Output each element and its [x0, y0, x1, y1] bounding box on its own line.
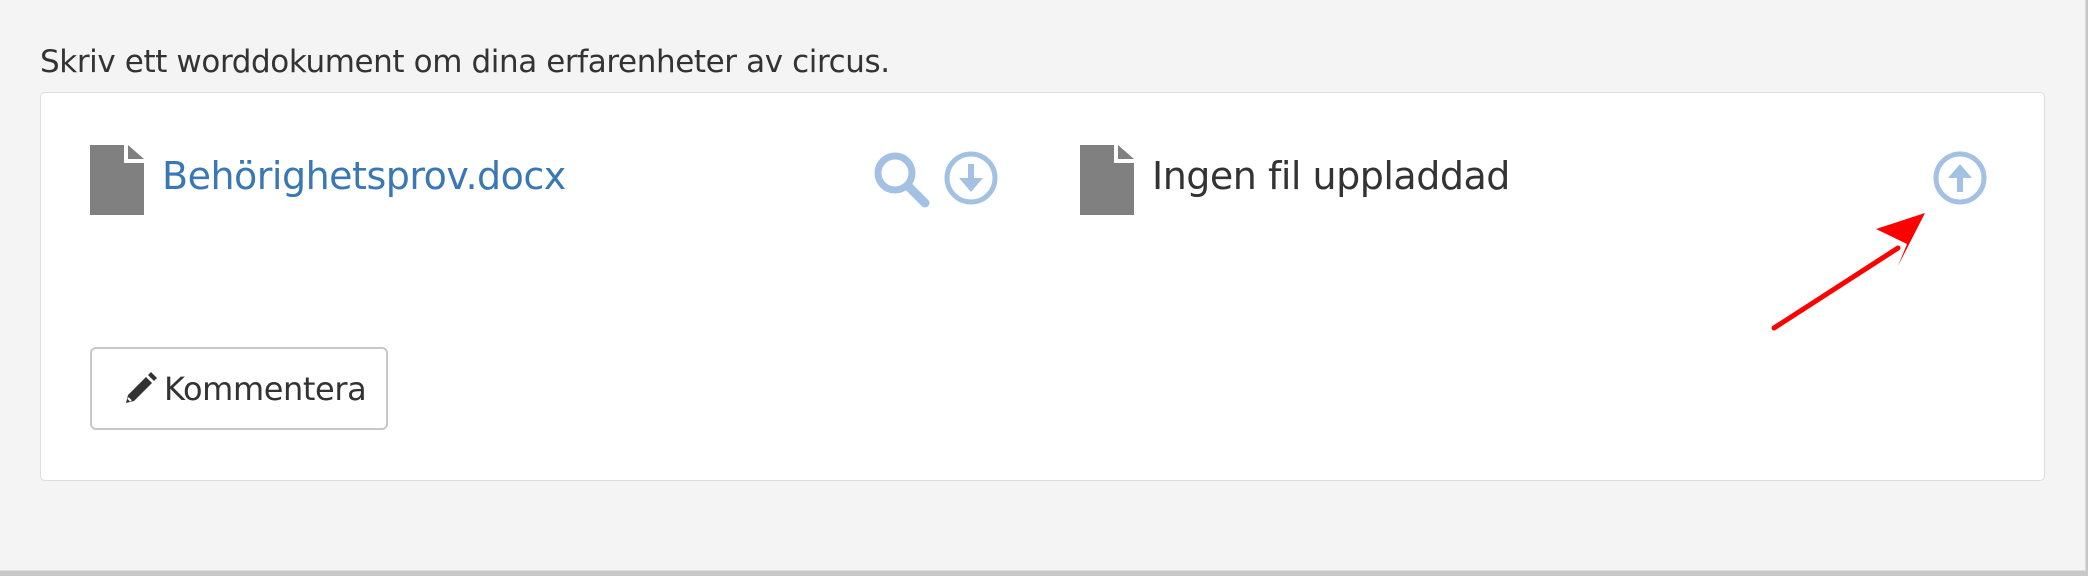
- comment-button[interactable]: Kommentera: [90, 347, 388, 430]
- comment-button-label: Kommentera: [164, 369, 367, 408]
- assignment-instructions: Skriv ett worddokument om dina erfarenhe…: [40, 44, 890, 80]
- file-card: Behörighetsprov.docx Ingen fil uppladdad: [40, 92, 2045, 481]
- file-icon: [90, 145, 144, 215]
- download-icon[interactable]: [943, 150, 999, 206]
- pencil-icon: [126, 371, 157, 403]
- file-icon: [1080, 145, 1134, 215]
- assignment-panel: Skriv ett worddokument om dina erfarenhe…: [0, 0, 2086, 571]
- template-file-link[interactable]: Behörighetsprov.docx: [162, 154, 566, 198]
- upload-icon[interactable]: [1932, 150, 1988, 206]
- search-icon[interactable]: [873, 151, 931, 209]
- submission-status: Ingen fil uppladdad: [1152, 154, 1510, 198]
